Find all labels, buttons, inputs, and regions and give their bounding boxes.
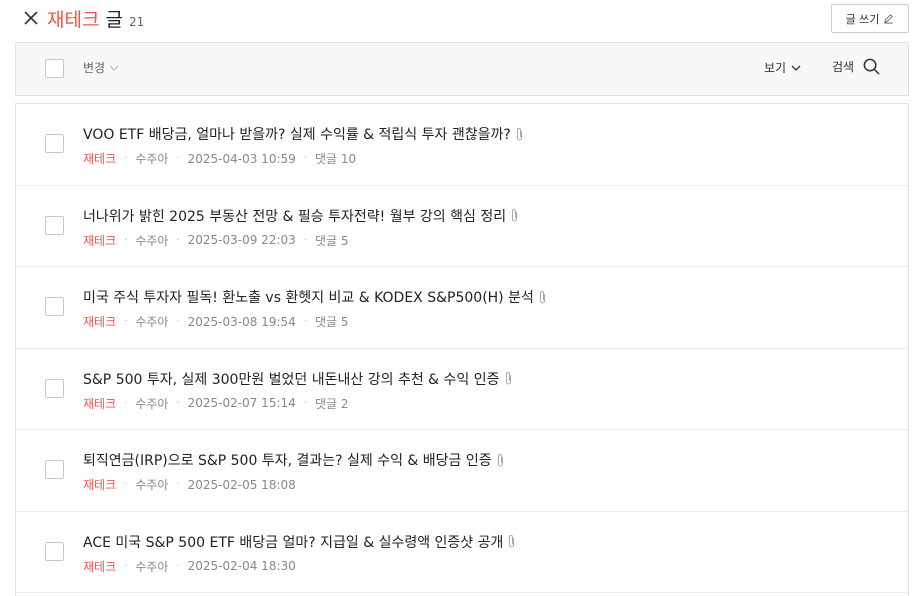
post-date: 2025-02-04 18:30: [187, 559, 296, 573]
post-title: 미국 주식 투자자 필독! 환노출 vs 환헷지 비교 & KODEX S&P5…: [83, 290, 534, 306]
separator-dot: ·: [124, 316, 128, 327]
post-row: ACE 미국 S&P 500 ETF 배당금 얼마? 지급일 & 실수령액 인증…: [16, 512, 908, 593]
attachment-icon: [497, 453, 503, 466]
post-author[interactable]: 수주아: [135, 476, 168, 493]
post-category[interactable]: 재테크: [83, 395, 116, 412]
separator-dot: ·: [124, 560, 128, 572]
post-row: 퇴직연금(IRP)으로 S&P 500 투자, 결과는? 실제 수익 & 배당금…: [16, 430, 908, 512]
title-category: 재테크: [47, 9, 100, 31]
post-category[interactable]: 재테크: [83, 313, 116, 330]
search-label: 검색: [832, 60, 855, 74]
change-dropdown[interactable]: 변경: [83, 59, 119, 76]
separator-dot: ·: [176, 479, 180, 490]
separator-dot: ·: [303, 316, 307, 327]
post-title: 너나위가 밝힌 2025 부동산 전망 & 필승 투자전략! 월부 강의 핵심 …: [83, 208, 507, 225]
post-title: 퇴직연금(IRP)으로 S&P 500 투자, 결과는? 실제 수익 & 배당금…: [83, 453, 492, 469]
post-title-link[interactable]: ACE 미국 S&P 500 ETF 배당금 얼마? 지급일 & 실수령액 인증…: [83, 532, 516, 552]
separator-dot: ·: [124, 153, 128, 164]
post-list: VOO ETF 배당금, 얼마나 받을까? 실제 수익률 & 적립식 투자 괜찮…: [15, 103, 909, 596]
post-meta: 재테크 · 수주아 · 2025-04-03 10:59 · 댓글 10: [83, 150, 356, 167]
attachment-icon: [509, 535, 515, 548]
post-count: 21: [128, 15, 145, 29]
post-author[interactable]: 수주아: [135, 232, 168, 249]
close-icon[interactable]: [22, 9, 40, 27]
separator-dot: ·: [176, 153, 180, 164]
view-label: 보기: [764, 61, 787, 75]
post-comments[interactable]: 댓글 5: [315, 313, 349, 330]
search-icon: [863, 58, 880, 75]
post-checkbox[interactable]: [45, 297, 64, 316]
page-header: 재테크 글 21 글 쓰기: [0, 0, 923, 40]
search-button[interactable]: 검색: [832, 57, 881, 76]
separator-dot: ·: [124, 234, 128, 246]
post-meta: 재테크 · 수주아 · 2025-03-09 22:03 · 댓글 5: [83, 232, 348, 249]
chevron-down-icon: [109, 65, 119, 71]
write-post-button[interactable]: 글 쓰기: [831, 4, 909, 33]
change-label: 변경: [83, 61, 106, 75]
post-checkbox[interactable]: [45, 460, 64, 479]
post-date: 2025-04-03 10:59: [187, 151, 296, 166]
post-meta: 재테크 · 수주아 · 2025-03-08 19:54 · 댓글 5: [83, 313, 348, 330]
write-post-label: 글 쓰기: [845, 12, 880, 26]
post-title-link[interactable]: 퇴직연금(IRP)으로 S&P 500 투자, 결과는? 실제 수익 & 배당금…: [83, 450, 505, 470]
post-row: 미국 주식 투자자 필독! 환노출 vs 환헷지 비교 & KODEX S&P5…: [16, 267, 908, 349]
post-row: 너나위가 밝힌 2025 부동산 전망 & 필승 투자전략! 월부 강의 핵심 …: [16, 186, 908, 267]
separator-dot: ·: [124, 479, 128, 490]
view-dropdown[interactable]: 보기: [764, 59, 801, 76]
post-meta: 재테크 · 수주아 · 2025-02-07 15:14 · 댓글 2: [83, 395, 348, 412]
post-title-link[interactable]: 미국 주식 투자자 필독! 환노출 vs 환헷지 비교 & KODEX S&P5…: [83, 287, 547, 307]
separator-dot: ·: [303, 234, 307, 246]
post-title: VOO ETF 배당금, 얼마나 받을까? 실제 수익률 & 적립식 투자 괜찮…: [83, 127, 511, 143]
separator-dot: ·: [176, 397, 180, 409]
separator-dot: ·: [176, 560, 180, 572]
separator-dot: ·: [303, 153, 307, 164]
post-author[interactable]: 수주아: [135, 313, 168, 330]
separator-dot: ·: [176, 234, 180, 246]
post-title-link[interactable]: S&P 500 투자, 실제 300만원 벌었던 내돈내산 강의 추천 & 수익…: [83, 369, 513, 389]
select-all-checkbox[interactable]: [45, 59, 64, 78]
post-date: 2025-02-05 18:08: [187, 477, 296, 492]
attachment-icon: [516, 127, 522, 140]
separator-dot: ·: [124, 397, 128, 409]
pencil-icon: [884, 14, 894, 24]
post-author[interactable]: 수주아: [135, 558, 168, 575]
separator-dot: ·: [303, 397, 307, 409]
post-category[interactable]: 재테크: [83, 232, 116, 249]
attachment-icon: [505, 372, 511, 385]
post-date: 2025-02-07 15:14: [187, 396, 296, 410]
post-author[interactable]: 수주아: [135, 395, 168, 412]
post-checkbox[interactable]: [45, 134, 64, 153]
post-date: 2025-03-09 22:03: [187, 233, 296, 247]
post-title: ACE 미국 S&P 500 ETF 배당금 얼마? 지급일 & 실수령액 인증…: [83, 534, 504, 551]
attachment-icon: [512, 209, 518, 222]
post-row: VOO ETF 배당금, 얼마나 받을까? 실제 수익률 & 적립식 투자 괜찮…: [16, 104, 908, 186]
post-date: 2025-03-08 19:54: [187, 314, 296, 329]
attachment-icon: [539, 290, 545, 303]
post-checkbox[interactable]: [45, 215, 64, 235]
post-comments[interactable]: 댓글 5: [315, 232, 349, 249]
post-row: S&P 500 투자, 실제 300만원 벌었던 내돈내산 강의 추천 & 수익…: [16, 349, 908, 430]
post-comments[interactable]: 댓글 10: [315, 150, 356, 167]
post-category[interactable]: 재테크: [83, 558, 116, 575]
page-title: 재테크 글 21: [47, 5, 144, 32]
list-toolbar: 변경 보기 검색: [15, 42, 909, 96]
post-title-link[interactable]: VOO ETF 배당금, 얼마나 받을까? 실제 수익률 & 적립식 투자 괜찮…: [83, 124, 524, 144]
post-title: S&P 500 투자, 실제 300만원 벌었던 내돈내산 강의 추천 & 수익…: [83, 371, 500, 388]
post-comments[interactable]: 댓글 2: [315, 395, 349, 412]
post-category[interactable]: 재테크: [83, 476, 116, 493]
title-word: 글: [105, 9, 123, 31]
post-meta: 재테크 · 수주아 · 2025-02-05 18:08: [83, 476, 296, 493]
post-meta: 재테크 · 수주아 · 2025-02-04 18:30: [83, 558, 296, 575]
post-checkbox[interactable]: [45, 541, 64, 561]
chevron-down-icon: [791, 65, 801, 71]
post-category[interactable]: 재테크: [83, 150, 116, 167]
post-title-link[interactable]: 너나위가 밝힌 2025 부동산 전망 & 필승 투자전략! 월부 강의 핵심 …: [83, 206, 519, 226]
post-checkbox[interactable]: [45, 378, 64, 398]
separator-dot: ·: [176, 316, 180, 327]
post-author[interactable]: 수주아: [135, 150, 168, 167]
